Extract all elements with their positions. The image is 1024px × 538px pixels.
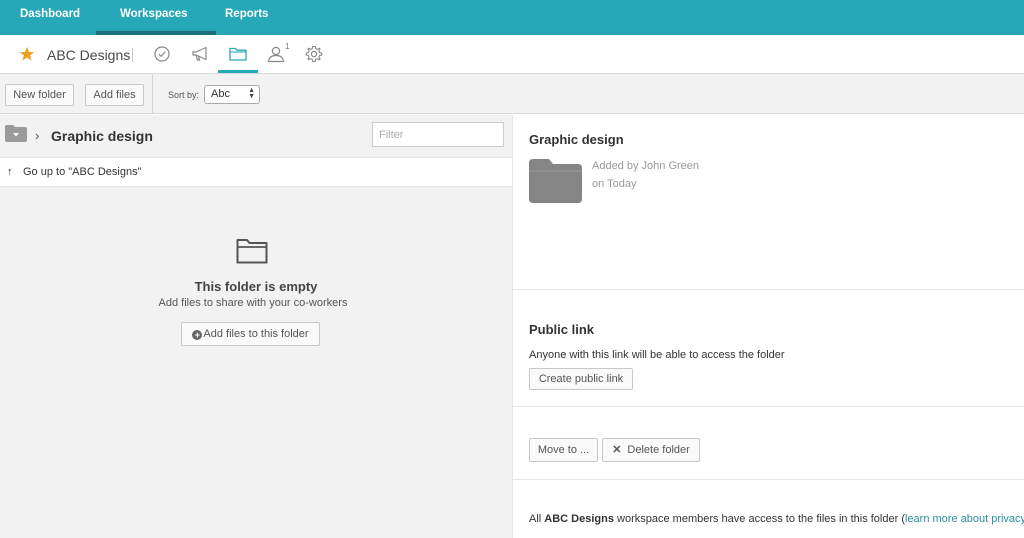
- toolbar: New folder Add files Sort by: Abc ▲ ▼: [0, 74, 1024, 114]
- folder-icon-large: [529, 159, 582, 203]
- workspace-title: ABC Designs: [47, 47, 131, 63]
- person-icon[interactable]: [266, 44, 286, 64]
- sort-value: Abc: [211, 88, 230, 100]
- go-up-row[interactable]: ↑ Go up to "ABC Designs": [0, 157, 512, 187]
- empty-folder-icon: [236, 238, 268, 264]
- privacy-note-prefix: All: [529, 513, 545, 525]
- divider: [513, 406, 1024, 407]
- add-files-to-folder-label: Add files to this folder: [203, 328, 309, 340]
- select-arrows-icon: ▲ ▼: [248, 87, 255, 100]
- file-list-pane: › Graphic design ↑ Go up to "ABC Designs…: [0, 115, 512, 538]
- empty-state-title: This folder is empty: [194, 279, 318, 294]
- privacy-link[interactable]: learn more about privacy: [905, 513, 1024, 525]
- new-folder-button[interactable]: New folder: [5, 84, 74, 106]
- check-circle-icon[interactable]: [152, 44, 172, 64]
- nav-reports[interactable]: Reports: [225, 0, 268, 35]
- nav-workspaces[interactable]: Workspaces: [96, 0, 215, 35]
- divider: [132, 48, 133, 62]
- plus-circle-icon: +: [192, 330, 203, 340]
- delete-folder-label: Delete folder: [627, 444, 690, 456]
- breadcrumb: › Graphic design: [0, 115, 512, 157]
- folder-title: Graphic design: [529, 132, 624, 147]
- move-to-button[interactable]: Move to ...: [529, 438, 598, 462]
- public-link-description: Anyone with this link will be able to ac…: [529, 349, 785, 361]
- workspace-bar: ABC Designs 1: [0, 35, 1024, 74]
- divider: [513, 479, 1024, 480]
- toolbar-divider: [152, 74, 153, 114]
- divider: [513, 289, 1024, 290]
- empty-state-subtitle: Add files to share with your co-workers: [158, 297, 348, 309]
- added-on: on Today: [592, 178, 637, 190]
- sort-select[interactable]: Abc ▲ ▼: [204, 85, 260, 104]
- privacy-note: All ABC Designs workspace members have a…: [529, 513, 1024, 525]
- privacy-note-workspace: ABC Designs: [544, 513, 614, 525]
- folder-icon[interactable]: [218, 44, 258, 73]
- folder-menu-icon[interactable]: [5, 125, 27, 142]
- arrow-up-icon: ↑: [7, 166, 13, 178]
- sort-label: Sort by:: [168, 90, 200, 100]
- filter-input[interactable]: [372, 122, 504, 147]
- add-files-to-folder-button[interactable]: + Add files to this folder: [181, 322, 320, 346]
- close-icon: ✕: [612, 444, 622, 456]
- added-by: Added by John Green: [592, 160, 700, 172]
- go-up-label: Go up to "ABC Designs": [23, 166, 142, 178]
- nav-dashboard[interactable]: Dashboard: [20, 0, 80, 35]
- folder-details-pane: Graphic design Added by John Green on To…: [512, 115, 1024, 538]
- public-link-title: Public link: [529, 322, 595, 337]
- megaphone-icon[interactable]: [191, 44, 211, 64]
- privacy-note-middle: workspace members have access to the fil…: [613, 513, 905, 525]
- members-count-badge: 1: [285, 42, 290, 51]
- create-public-link-button[interactable]: Create public link: [529, 368, 633, 390]
- top-nav: Dashboard Workspaces Reports: [0, 0, 1024, 35]
- chevron-right-icon: ›: [35, 128, 40, 143]
- delete-folder-button[interactable]: ✕ Delete folder: [602, 438, 700, 462]
- breadcrumb-current: Graphic design: [51, 128, 153, 144]
- star-icon[interactable]: [19, 46, 35, 62]
- gear-icon[interactable]: [304, 44, 324, 64]
- add-files-button[interactable]: Add files: [85, 84, 144, 106]
